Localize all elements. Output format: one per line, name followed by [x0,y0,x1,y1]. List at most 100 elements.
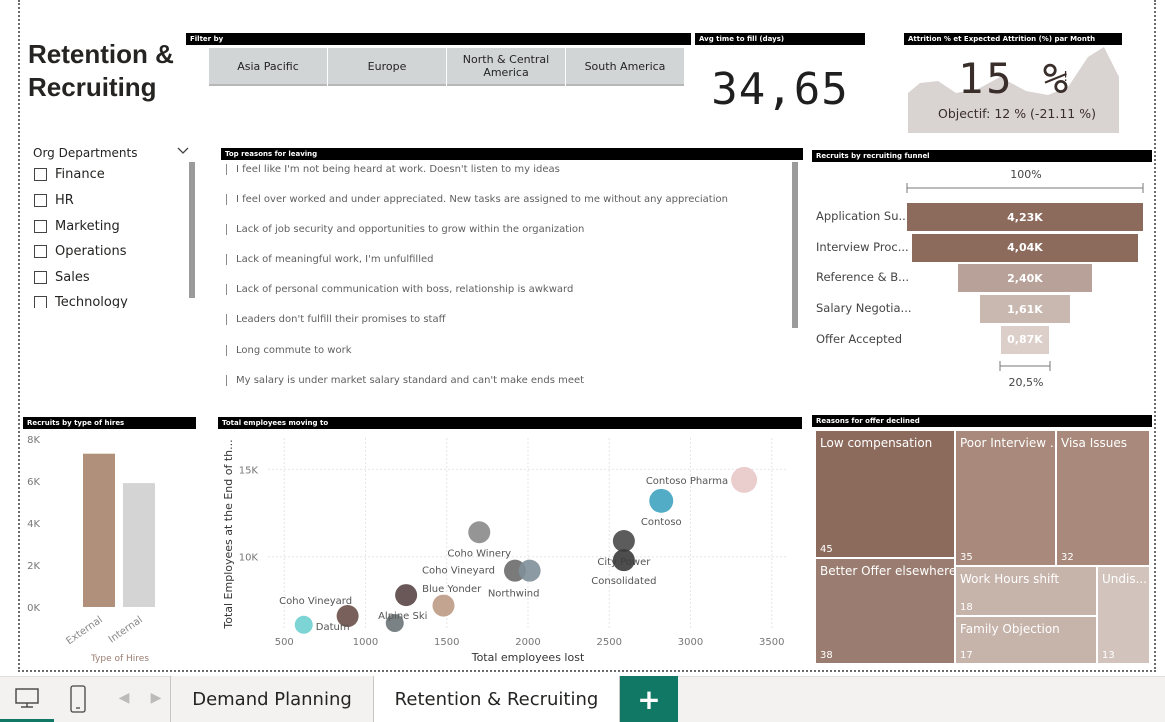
y-axis-title: Total Employees at the End of th... [222,439,235,629]
scatter-point[interactable] [731,466,758,493]
scatter-point-label: Datum [316,622,350,633]
treemap-tile[interactable]: Family Objection 17 [955,616,1097,664]
reason-item: Long commute to work [226,345,351,356]
scatter-point[interactable] [294,615,313,634]
scatter-point-label: Coho Vineyard [422,566,495,577]
x-tick-label: 1500 [434,637,459,648]
mobile-view-button[interactable] [56,676,100,722]
treemap-value: 32 [1061,552,1074,563]
treemap-value: 45 [820,544,833,555]
y-tick-label: 15K [239,465,259,476]
treemap-tile[interactable]: Work Hours shift 18 [955,566,1097,616]
tab-demand-planning[interactable]: Demand Planning [170,676,374,722]
x-tick-label: 2000 [515,637,540,648]
scatter-point-label: Coho Winery [447,548,511,559]
slicer-item-operations[interactable]: Operations [34,244,126,259]
checkbox-icon[interactable] [34,194,47,207]
filter-button-asia-pacific[interactable]: Asia Pacific [209,48,327,86]
y-tick-label: 0K [27,603,40,614]
funnel-stage-label: Reference & B... [816,270,910,285]
funnel-bar[interactable]: 4,04K [912,233,1138,262]
filter-button-south-america[interactable]: South America [566,48,684,86]
x-tick-label: 3500 [759,637,784,648]
slicer-scrollbar[interactable] [189,162,195,298]
x-tick-label: External [64,614,104,647]
bar[interactable] [83,453,115,607]
slicer-item-sales[interactable]: Sales [34,270,90,285]
slicer-item-label: Operations [55,244,127,259]
report-canvas: Retention & Recruiting Filter by Asia Pa… [0,0,1165,722]
filter-button-europe[interactable]: Europe [328,48,446,86]
scatter-point[interactable] [395,584,418,607]
scatter-point[interactable] [468,521,491,544]
treemap-tile[interactable]: Undis... 13 [1097,566,1150,664]
declined-treemap: Low compensation 45 Better Offer elsewhe… [815,430,1151,664]
slicer-item-marketing[interactable]: Marketing [34,219,120,234]
chevron-down-icon[interactable] [176,146,190,156]
y-tick-label: 10K [239,553,259,564]
scatter-point[interactable] [649,488,674,513]
treemap-tile[interactable]: Visa Issues 32 [1056,430,1150,566]
reason-item: Lack of personal communication with boss… [226,284,573,295]
funnel-stage-label: Interview Proc... [816,239,909,254]
checkbox-icon[interactable] [34,220,47,233]
x-tick-label: 1000 [353,637,378,648]
add-page-button[interactable]: + [620,676,678,722]
reason-item: My salary is under market salary standar… [226,375,584,386]
treemap-value: 18 [960,602,973,613]
treemap-tile[interactable]: Low compensation 45 [815,430,955,558]
scatter-point[interactable] [612,549,635,572]
slicer-item-hr[interactable]: HR [34,193,74,208]
scatter-point-label: Blue Yonder [422,584,482,595]
funnel-bar[interactable]: 2,40K [958,264,1092,293]
slicer-item-label: Finance [55,167,105,182]
funnel-bar[interactable]: 4,23K [907,203,1143,231]
treemap-label: Low compensation [820,436,933,450]
y-tick-label: 2K [27,561,40,572]
funnel-bar[interactable]: 1,61K [980,295,1070,324]
checkbox-icon[interactable] [34,245,47,258]
kpi-header: Avg time to fill (days) [695,33,865,45]
scatter-point-label: Alpine Ski [378,611,427,622]
treemap-value: 13 [1102,650,1115,661]
filter-button-north-central-america[interactable]: North & Central America [447,48,565,86]
scatter-point[interactable] [432,594,455,617]
funnel-stage-label: Application Su... [816,209,910,223]
treemap-value: 35 [960,552,973,563]
page-title: Retention & Recruiting [28,39,174,102]
treemap-tile[interactable]: Better Offer elsewhere 38 [815,558,955,664]
reasons-scrollbar[interactable] [792,162,798,328]
funnel-bar[interactable]: 0,87K [1000,325,1050,354]
hires-header: Recruits by type of hires [23,417,196,429]
desktop-view-button[interactable] [0,676,54,722]
treemap-label: Family Objection [960,622,1060,636]
kpi-value: 34,65 [711,64,849,115]
bar[interactable] [123,483,155,607]
tab-retention-recruiting[interactable]: Retention & Recruiting [374,676,620,722]
treemap-label: Visa Issues [1061,436,1127,450]
scatter-point[interactable] [518,559,541,582]
slicer-item-technology[interactable]: Technology [34,295,128,308]
scatter-point-label: Consolidated [591,576,656,587]
checkbox-icon[interactable] [34,296,47,308]
reasons-header: Top reasons for leaving [221,148,803,160]
checkbox-icon[interactable] [34,168,47,181]
scatter-point[interactable] [612,529,635,552]
chevron-right-icon[interactable]: ▶ [148,690,164,710]
scatter-point-label: Contoso Pharma [646,476,728,487]
scatter-point-label: Coho Vineyard [279,596,352,607]
reason-item: Lack of job security and opportunities t… [226,224,584,235]
funnel-top-percent: 100% [1010,168,1042,181]
funnel-stage-label: Offer Accepted [816,331,903,346]
x-tick-label: 3000 [678,637,703,648]
funnel-header: Recruits by recruiting funnel [812,150,1152,162]
checkbox-icon[interactable] [34,271,47,284]
attrition-indicator: ! [1063,70,1069,85]
treemap-tile[interactable]: Poor Interview ... 35 [955,430,1056,566]
attrition-header: Attrition % et Expected Attrition (%) pa… [904,33,1122,45]
chevron-left-icon[interactable]: ◀ [116,690,132,710]
scatter-point-label: Contoso [641,517,682,528]
slicer-item-label: Technology [55,295,128,308]
slicer-item-finance[interactable]: Finance [34,167,105,182]
funnel-bottom-percent: 20,5% [1008,376,1044,389]
